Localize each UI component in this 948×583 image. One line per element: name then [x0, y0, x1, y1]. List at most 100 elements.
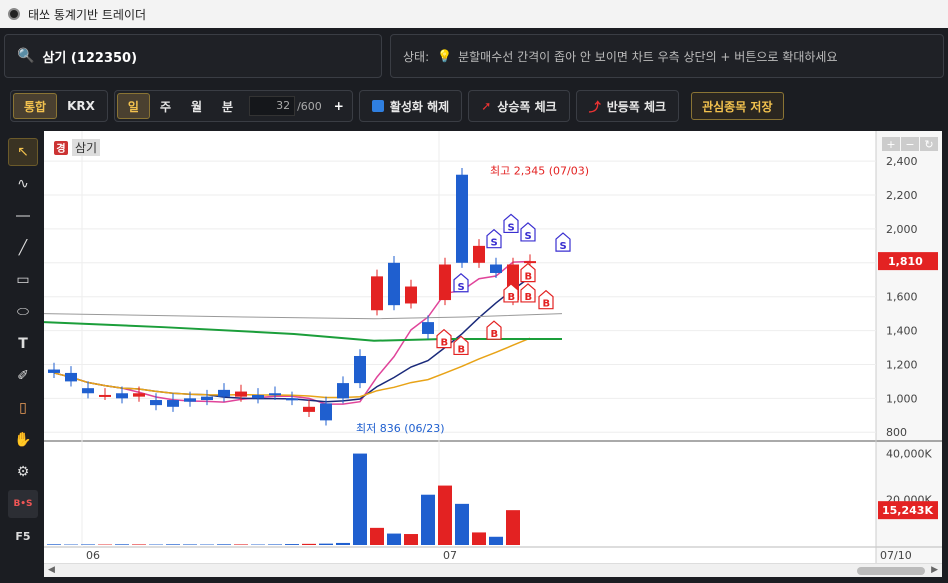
candle-body [133, 393, 145, 397]
candle-body [286, 398, 298, 401]
tab-period-month[interactable]: 월 [181, 93, 212, 119]
horizontal-scrollbar[interactable]: ◀ ▶ [44, 563, 942, 577]
price-tick-label: 800 [886, 426, 907, 439]
candle-count-max: /600 [297, 99, 322, 113]
sell-marker-text: S [525, 231, 532, 242]
tab-market-combined[interactable]: 통합 [13, 93, 58, 119]
horizontal-line-icon[interactable]: ― [8, 202, 38, 230]
moving-average-line [44, 321, 562, 342]
volume-bar [455, 503, 469, 545]
volume-bar [370, 527, 384, 545]
deactivate-button[interactable]: 활성화 해제 [358, 90, 463, 122]
brush-icon[interactable]: ✐ [8, 362, 38, 390]
candle-body [201, 396, 213, 401]
buy-sell-icon[interactable]: B•S [8, 490, 38, 518]
zoom-in-button[interactable]: + [882, 137, 900, 151]
scroll-left-icon[interactable]: ◀ [48, 565, 55, 575]
price-tick-label: 2,200 [886, 189, 918, 202]
date-tick-label: 07/10 [880, 549, 912, 562]
deactivate-label: 활성화 해제 [389, 99, 450, 114]
buy-marker-text: B [458, 344, 466, 355]
hand-icon[interactable]: ✋ [8, 426, 38, 454]
rectangle-icon[interactable]: ▭ [8, 266, 38, 294]
tab-period-day[interactable]: 일 [116, 93, 150, 119]
volume-bar [166, 544, 180, 545]
candle-count-plus-button[interactable]: + [328, 99, 350, 113]
rebound-check-label: 반등폭 체크 [606, 99, 667, 114]
trend-line-icon[interactable]: ╱ [8, 234, 38, 262]
legend-stock-name: 삼기 [72, 139, 101, 156]
ellipse-icon[interactable]: ⬭ [8, 298, 38, 326]
candle-body [422, 322, 434, 334]
price-chart[interactable]: 2,4002,2002,0001,8001,6001,4001,2001,000… [44, 131, 942, 577]
date-tick-label: 07 [443, 549, 457, 562]
zoom-reset-button[interactable]: ↻ [920, 137, 938, 151]
candle-body [167, 400, 179, 407]
buy-marker-text: B [491, 329, 499, 340]
volume-bar [506, 510, 520, 545]
refresh-icon [371, 100, 384, 112]
candle-body [252, 394, 264, 399]
app-icon [8, 8, 20, 20]
scroll-thumb[interactable] [857, 567, 925, 575]
chart-legend: 경 삼기 [54, 139, 101, 156]
tab-market-krx[interactable]: KRX [57, 93, 105, 119]
sell-marker-text: S [491, 238, 498, 249]
volume-bar [353, 453, 367, 545]
candle-body [184, 398, 196, 402]
wave-line-icon[interactable]: ∿ [8, 170, 38, 198]
lightbulb-icon: 💡 [437, 49, 453, 63]
candle-body [218, 389, 230, 397]
scroll-right-icon[interactable]: ▶ [931, 565, 938, 575]
tab-period-minute[interactable]: 분 [212, 93, 243, 119]
candle-body [320, 403, 332, 421]
status-message: 분할매수선 간격이 좁아 안 보이면 차트 우측 상단의 + 버튼으로 확대하세… [458, 49, 838, 64]
volume-bar [268, 544, 282, 545]
candle-body [99, 394, 111, 397]
low-price-label: 최저 836 (06/23) [356, 422, 445, 435]
candle-count-input[interactable]: 32 [249, 96, 296, 116]
settings-icon[interactable]: ⚙ [8, 458, 38, 486]
search-icon: 🔍 [17, 48, 35, 64]
sell-marker-text: S [560, 241, 567, 252]
volume-bar [183, 544, 197, 545]
buy-marker-text: B [525, 292, 533, 303]
buy-sell-label: B•S [13, 499, 33, 509]
volume-bar [132, 544, 146, 545]
buy-marker-text: B [525, 272, 533, 283]
tab-period-week[interactable]: 주 [150, 93, 181, 119]
zoom-controls: + − ↻ [881, 137, 938, 151]
text-icon[interactable]: T [8, 330, 38, 358]
rebound-check-button[interactable]: ⤴ 반등폭 체크 [575, 90, 680, 122]
candle-body [490, 264, 502, 273]
price-tick-label: 1,400 [886, 325, 918, 338]
volume-bar [81, 544, 95, 545]
eraser-icon[interactable]: ▯ [8, 394, 38, 422]
buy-marker-text: B [508, 292, 516, 303]
volume-bar [489, 536, 503, 545]
stock-search-value[interactable]: 삼기 (122350) [42, 47, 137, 66]
rise-check-label: 상승폭 체크 [497, 99, 557, 114]
price-tick-label: 1,200 [886, 358, 918, 371]
cursor-icon[interactable]: ↖ [8, 138, 38, 166]
zoom-out-button[interactable]: − [901, 137, 919, 151]
stock-search-box[interactable]: 🔍 삼기 (122350) [4, 34, 382, 78]
sell-marker-text: S [508, 222, 515, 233]
volume-bar [115, 544, 129, 545]
volume-bar [302, 543, 316, 545]
f5-refresh-button[interactable]: F5 [8, 522, 38, 550]
candle-body [388, 262, 400, 306]
chart-canvas[interactable]: 2,4002,2002,0001,8001,6001,4001,2001,000… [44, 131, 942, 577]
volume-bar [47, 544, 61, 545]
volume-bar [472, 532, 486, 545]
rise-check-button[interactable]: ➚ 상승폭 체크 [468, 90, 570, 122]
volume-bar [319, 543, 333, 545]
volume-bar [421, 494, 435, 545]
candle-body [150, 400, 162, 406]
candle-body [473, 245, 485, 263]
candle-body [439, 264, 451, 301]
save-watchlist-button[interactable]: 관심종목 저장 [691, 92, 784, 120]
price-tick-label: 2,400 [886, 155, 918, 168]
volume-bar [217, 544, 231, 545]
volume-tick-label: 40,000K [886, 448, 932, 461]
